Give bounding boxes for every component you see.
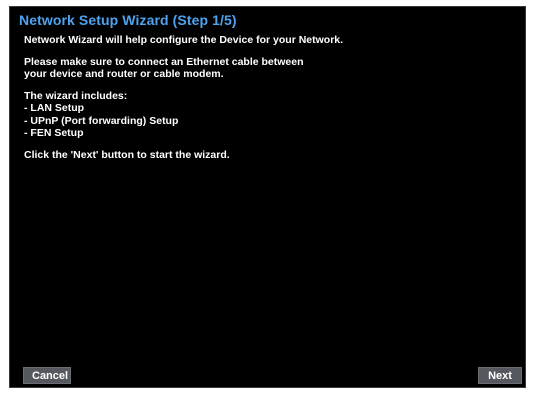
cancel-button[interactable]: Cancel — [23, 367, 71, 384]
start-instruction: Click the 'Next' button to start the wiz… — [24, 148, 230, 161]
cable-note-line-2: your device and router or cable modem. — [24, 68, 224, 80]
next-button[interactable]: Next — [478, 367, 522, 384]
wizard-body: Network Wizard will help configure the D… — [24, 34, 514, 161]
cable-note-line-1: Please make sure to connect an Ethernet … — [24, 55, 304, 68]
includes-item-fen: - FEN Setup — [24, 127, 84, 139]
wizard-intro-text: Network Wizard will help configure the D… — [24, 34, 344, 46]
includes-heading: The wizard includes: — [24, 89, 128, 102]
network-wizard-dialog: Network Setup Wizard (Step 1/5) Network … — [9, 6, 526, 388]
includes-item-lan: - LAN Setup — [24, 102, 85, 114]
includes-item-upnp: - UPnP (Port forwarding) Setup — [24, 114, 179, 127]
wizard-title: Network Setup Wizard (Step 1/5) — [19, 12, 237, 28]
